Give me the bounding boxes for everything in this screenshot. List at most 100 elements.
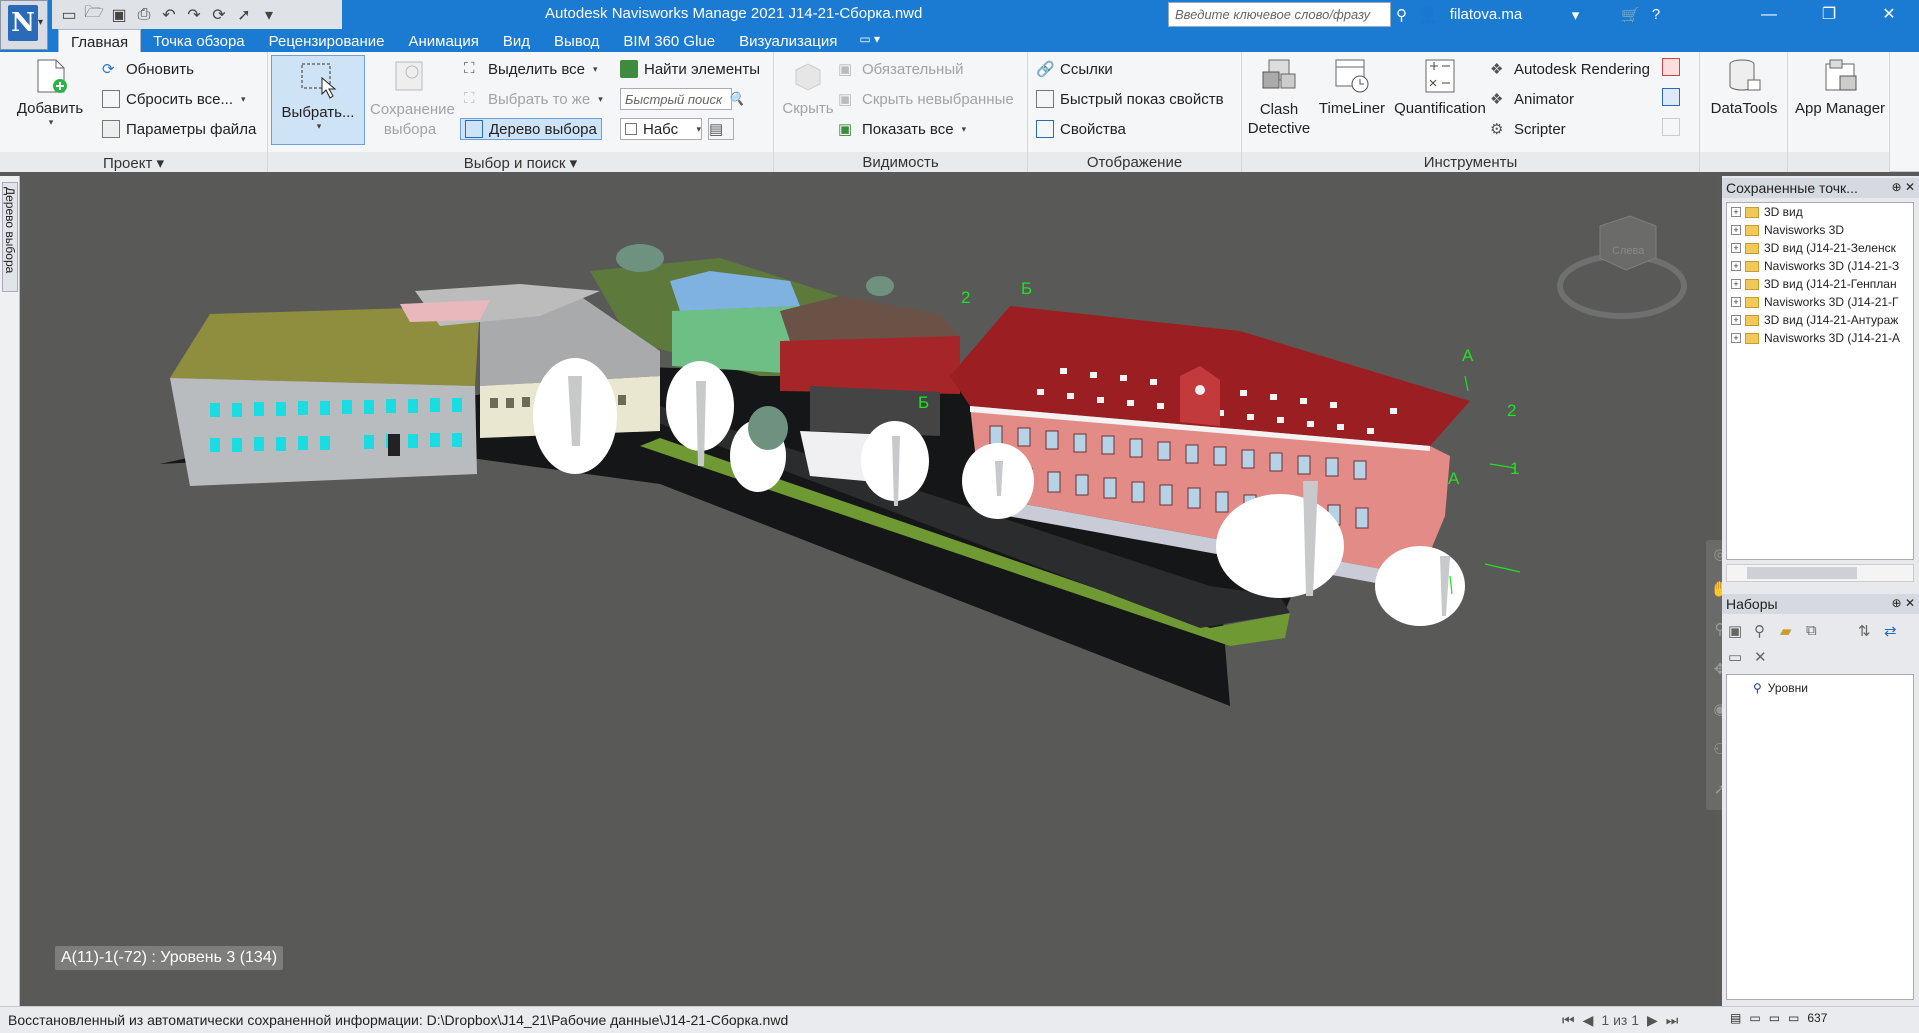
close-icon[interactable]: ✕: [1905, 596, 1915, 610]
next-page-icon[interactable]: ▶: [1647, 1012, 1658, 1029]
properties-button[interactable]: Свойства: [1036, 120, 1126, 138]
find-items-button[interactable]: Найти элементы: [620, 60, 760, 78]
sheet-browser-icon[interactable]: ▤: [1730, 1011, 1741, 1025]
expand-icon[interactable]: +: [1731, 225, 1741, 235]
save-selection-icon[interactable]: ▣: [1728, 622, 1742, 640]
expand-icon[interactable]: +: [1731, 315, 1741, 325]
import-export-icon[interactable]: ⇄: [1884, 622, 1897, 640]
unhide-all-button[interactable]: ▣ Показать все ▾: [838, 120, 966, 139]
user-name[interactable]: filatova.ma: [1450, 6, 1560, 23]
tab-viewpoint[interactable]: Точка обзора: [141, 29, 257, 52]
open-file-icon[interactable]: 🗁: [83, 4, 105, 26]
list-item[interactable]: + Navisworks 3D (J14-21-Г: [1727, 293, 1913, 311]
datatools-button[interactable]: DataTools: [1704, 56, 1784, 117]
search-icon[interactable]: 🔍: [728, 91, 744, 107]
sort-icon[interactable]: ⇅: [1858, 622, 1871, 640]
selection-tree-button[interactable]: Дерево выбора: [460, 118, 602, 140]
app-manager-button[interactable]: App Manager: [1792, 56, 1888, 117]
tab-view[interactable]: Вид: [491, 29, 542, 52]
selection-tree-tab[interactable]: Дерево выбора: [2, 182, 18, 292]
save-icon[interactable]: ▣: [108, 4, 130, 26]
expand-icon[interactable]: +: [1731, 261, 1741, 271]
ribbon-options-icon[interactable]: ▭ ▾: [849, 29, 890, 52]
expand-icon[interactable]: +: [1731, 243, 1741, 253]
list-item[interactable]: +3D вид (J14-21-Зеленск: [1727, 239, 1913, 257]
tab-output[interactable]: Вывод: [542, 29, 611, 52]
file-options-button[interactable]: Параметры файла: [102, 120, 256, 138]
panel-title-select-search[interactable]: Выбор и поиск ▾: [268, 152, 773, 172]
clash-detective-button[interactable]: Clash Detective: [1244, 56, 1314, 138]
list-item[interactable]: +3D вид: [1727, 203, 1913, 221]
viewcube[interactable]: Слева: [1557, 215, 1687, 319]
tool-extra-2-button[interactable]: [1662, 88, 1680, 106]
tool-extra-1-button[interactable]: [1662, 58, 1680, 76]
refresh-button[interactable]: ⟳ Обновить: [102, 60, 194, 79]
select-same-button[interactable]: ⛶ Выбрать то же ▾: [464, 90, 603, 108]
redo-icon[interactable]: ↷: [183, 4, 205, 26]
sets-tree[interactable]: ⚲ Уровни: [1726, 674, 1914, 1000]
scrollbar-thumb[interactable]: [1747, 567, 1857, 579]
search-input[interactable]: Введите ключевое слово/фразу: [1168, 2, 1391, 27]
add-comment-icon[interactable]: ▭: [1728, 648, 1742, 666]
quick-properties-button[interactable]: Быстрый показ свойств: [1036, 90, 1224, 108]
new-file-icon[interactable]: ▭: [58, 4, 80, 26]
building-model-scene[interactable]: 2 Б Б А 2 1 А Слева: [20, 176, 1718, 1006]
first-page-icon[interactable]: ⏮: [1562, 1012, 1575, 1029]
hide-button[interactable]: Скрыть: [780, 56, 836, 117]
manage-sets-button[interactable]: ▤: [708, 118, 734, 140]
required-button[interactable]: ▣ Обязательный: [838, 60, 964, 79]
application-button[interactable]: N ▾: [0, 0, 48, 50]
tab-home[interactable]: Главная: [58, 29, 142, 52]
user-icon[interactable]: 👤: [1419, 6, 1438, 24]
autodesk-rendering-button[interactable]: ❖ Autodesk Rendering: [1490, 60, 1650, 79]
list-item[interactable]: + Navisworks 3D (J14-21-А: [1727, 329, 1913, 347]
undo-icon[interactable]: ↶: [158, 4, 180, 26]
minimize-button[interactable]: —: [1739, 0, 1799, 29]
expand-icon[interactable]: +: [1731, 297, 1741, 307]
tab-visualization[interactable]: Визуализация: [727, 29, 849, 52]
list-item[interactable]: +3D вид (J14-21-Антураж: [1727, 311, 1913, 329]
duplicate-icon[interactable]: ⧉: [1806, 622, 1817, 639]
save-search-icon[interactable]: ⚲: [1754, 622, 1765, 640]
expand-icon[interactable]: +: [1731, 333, 1741, 343]
prev-page-icon[interactable]: ◀: [1583, 1012, 1594, 1029]
print-icon[interactable]: ⎙: [133, 4, 155, 26]
tab-animation[interactable]: Анимация: [396, 29, 490, 52]
panel-title-project[interactable]: Проект ▾: [0, 152, 267, 172]
scripter-button[interactable]: ⚙ Scripter: [1490, 120, 1566, 139]
expand-icon[interactable]: +: [1731, 279, 1741, 289]
select-button[interactable]: Выбрать... ▾: [271, 55, 365, 145]
maximize-button[interactable]: ❐: [1799, 0, 1859, 29]
quantification-button[interactable]: Quantification: [1388, 56, 1492, 117]
3d-viewport[interactable]: 2 Б Б А 2 1 А Слева ◎ ✋ ⚲ ✥ ◉ ⚇ ➚ А(11)-…: [20, 176, 1734, 1006]
quick-find-input[interactable]: Быстрый поиск 🔍: [620, 88, 744, 110]
tab-bim360glue[interactable]: BIM 360 Glue: [611, 29, 727, 52]
hide-unselected-button[interactable]: ▣ Скрыть невыбранные: [838, 90, 1014, 109]
tab-review[interactable]: Рецензирование: [257, 29, 397, 52]
select-cursor-icon[interactable]: ➚: [233, 4, 255, 26]
list-item[interactable]: ⚲ Уровни: [1727, 679, 1913, 697]
saved-viewpoints-tree[interactable]: +3D вид + Navisworks 3D +3D вид (J14-21-З…: [1726, 202, 1914, 560]
add-button[interactable]: Добавить ▾: [10, 56, 90, 128]
list-item[interactable]: + Navisworks 3D (J14-21-З: [1727, 257, 1913, 275]
horizontal-scrollbar[interactable]: [1726, 564, 1914, 582]
last-page-icon[interactable]: ⏭: [1666, 1012, 1679, 1029]
timeliner-button[interactable]: TimeLiner: [1316, 56, 1388, 117]
help-icon[interactable]: ?: [1652, 6, 1660, 23]
list-item[interactable]: +3D вид (J14-21-Генплан: [1727, 275, 1913, 293]
expand-icon[interactable]: +: [1731, 207, 1741, 217]
new-folder-icon[interactable]: ▰: [1780, 622, 1792, 640]
cart-icon[interactable]: 🛒: [1621, 6, 1640, 24]
close-icon[interactable]: ✕: [1905, 180, 1915, 194]
refresh-icon[interactable]: ⟳: [208, 4, 230, 26]
animator-button[interactable]: ❖ Animator: [1490, 90, 1574, 109]
close-button[interactable]: ✕: [1859, 0, 1919, 29]
tool-extra-3-button[interactable]: [1662, 118, 1680, 136]
delete-icon[interactable]: ✕: [1754, 648, 1767, 666]
chevron-down-icon[interactable]: ▾: [1572, 6, 1580, 24]
save-selection-button[interactable]: Сохранение выбора: [370, 56, 455, 140]
list-item[interactable]: + Navisworks 3D: [1727, 221, 1913, 239]
select-all-button[interactable]: ⛶ Выделить все ▾: [464, 60, 598, 78]
customize-qat-icon[interactable]: ▾: [258, 4, 280, 26]
pin-icon[interactable]: ⊕: [1892, 180, 1902, 194]
